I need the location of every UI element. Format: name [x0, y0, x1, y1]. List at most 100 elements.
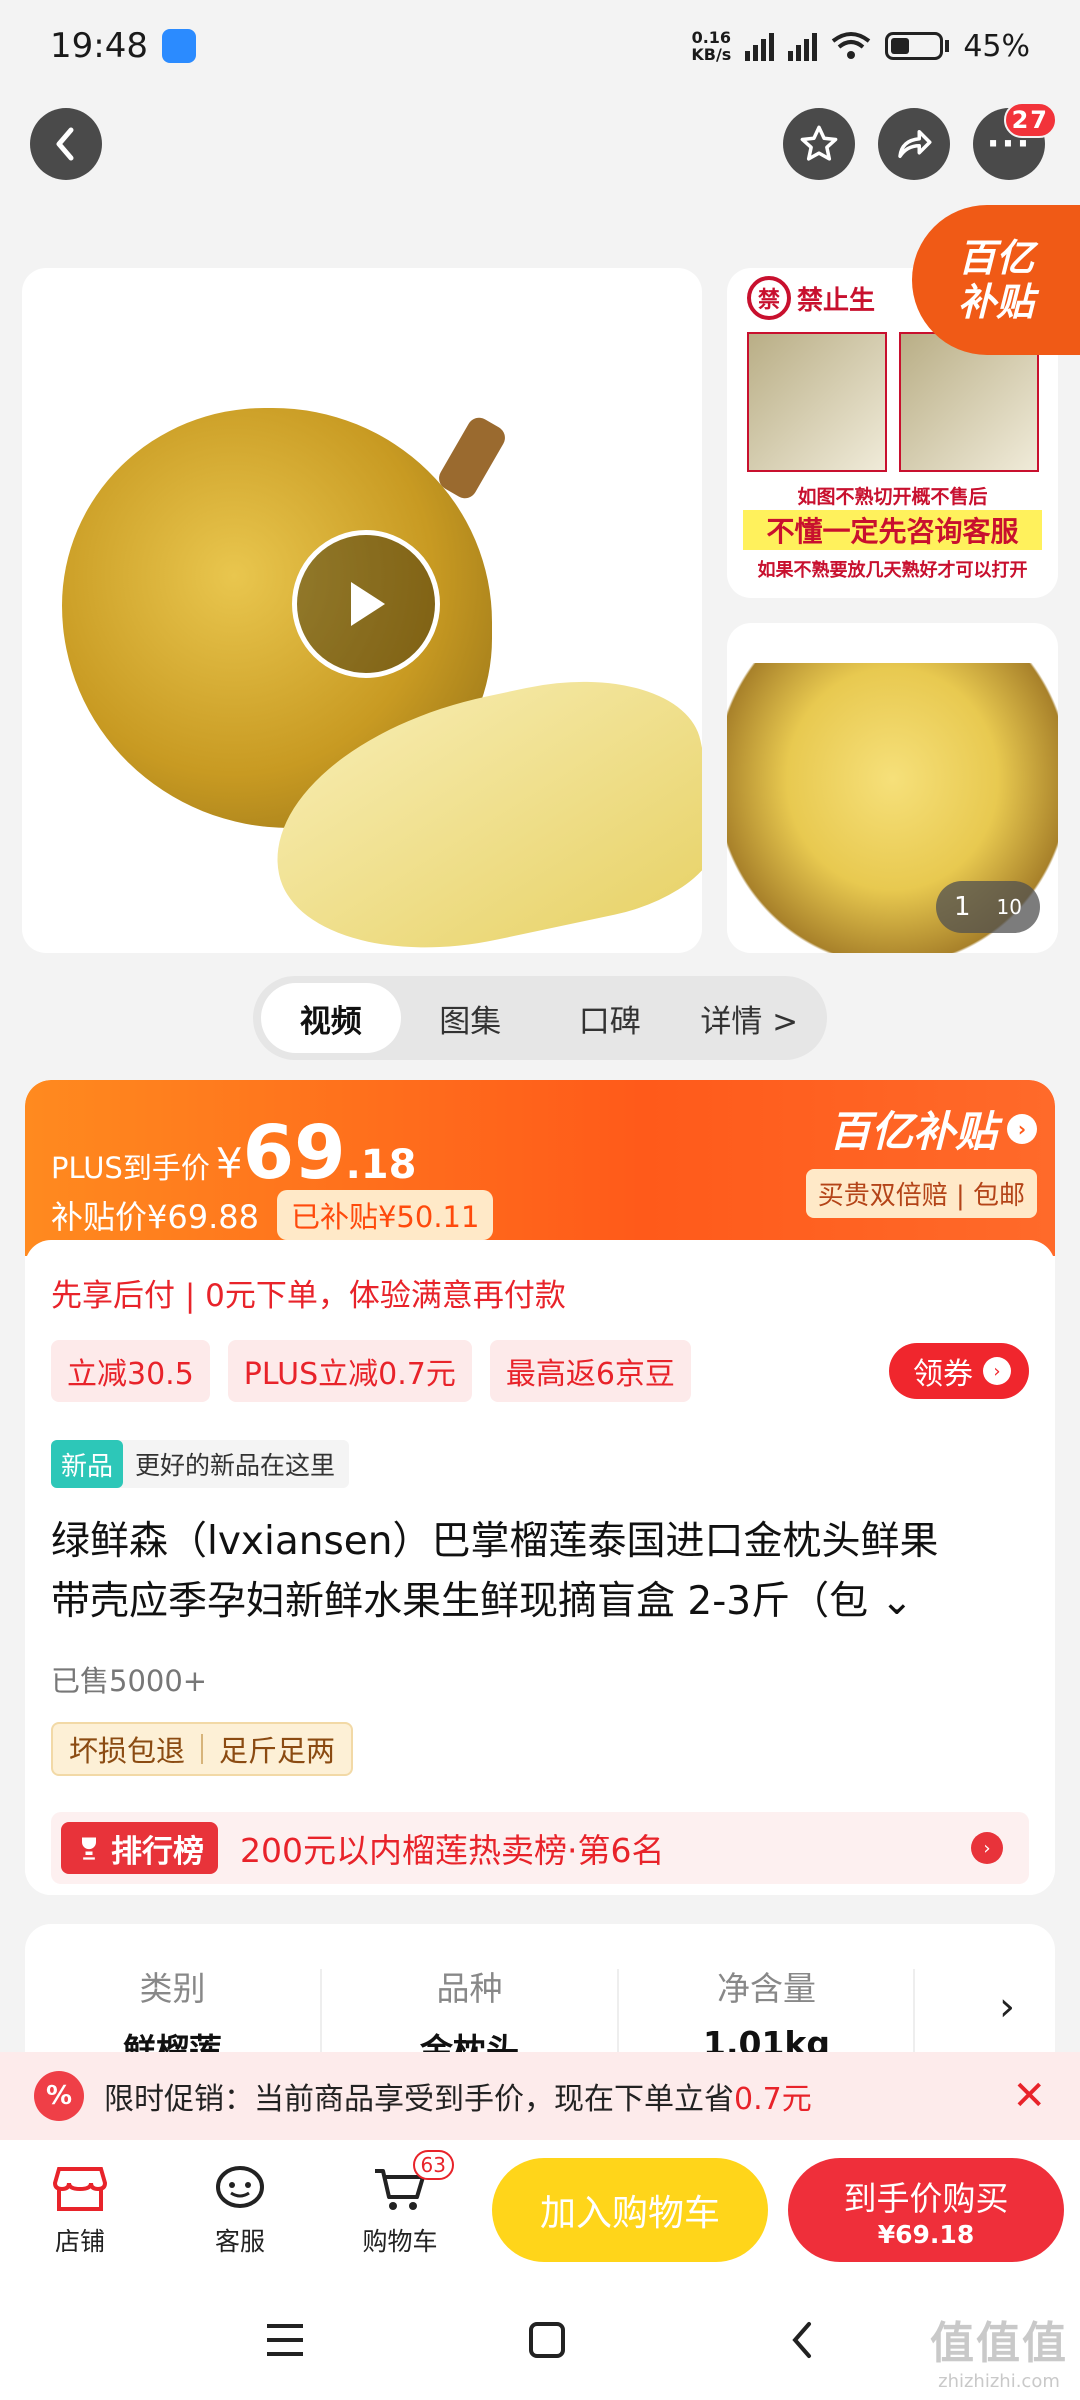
promo-message: 限时促销：当前商品享受到手价，现在下单立省	[104, 2082, 734, 2117]
watermark-logo: 值值值	[930, 2318, 1068, 2369]
forbid-stamp: 禁	[747, 276, 791, 320]
tab-reviews[interactable]: 口碑	[540, 983, 680, 1053]
more-button[interactable]: ··· 27	[973, 102, 1057, 180]
service-tags[interactable]: 坏损包退 足斤足两	[51, 1722, 354, 1776]
subsidy-corner-line2: 补贴	[957, 280, 1034, 324]
add-to-cart-button[interactable]: 加入购物车	[492, 2158, 768, 2262]
subsidy-logo[interactable]: 百亿补贴 ›	[829, 1098, 1037, 1159]
net-speed-unit: KB/s	[691, 45, 732, 64]
get-coupon-label: 领券	[913, 1357, 973, 1392]
watermark-url: zhizhizhi.com	[938, 2371, 1060, 2392]
site-watermark: 值值值 zhizhizhi.com	[930, 2307, 1068, 2392]
image-page-counter: 1 10	[936, 881, 1040, 933]
price-header: PLUS到手价 ¥ 69 .18 补贴价¥69.88 已补贴¥50.11 百亿补…	[25, 1080, 1055, 1256]
subsidy-line: 补贴价¥69.88 已补贴¥50.11	[51, 1190, 494, 1240]
service-tag: 足斤足两	[219, 1734, 336, 1768]
cart-button[interactable]: 63 购物车	[320, 2150, 480, 2258]
net-speed-value: 0.16	[691, 28, 732, 47]
service-tag: 坏损包退	[69, 1734, 186, 1768]
chevron-right-icon: ›	[1007, 1113, 1037, 1144]
spec-label: 品种	[436, 1969, 503, 2008]
message-badge: 27	[1003, 102, 1057, 138]
play-icon	[351, 582, 385, 626]
chevron-right-icon[interactable]: ›	[999, 1984, 1015, 2030]
subsidy-price: 补贴价¥69.88	[51, 1198, 259, 1236]
forbid-title: 禁 禁止生	[747, 276, 875, 320]
home-icon[interactable]	[527, 2320, 567, 2360]
media-tabs: 视频 图集 口碑 详情 >	[253, 976, 827, 1060]
product-title[interactable]: 绿鲜森（lvxiansen）巴掌榴莲泰国进口金枕头鲜果 带壳应季孕妇新鲜水果生鲜…	[51, 1512, 1029, 1632]
coupon-row: 立减30.5 PLUS立减0.7元 最高返6京豆 领券 ›	[51, 1340, 1029, 1402]
customer-service-button[interactable]: 客服	[160, 2162, 320, 2258]
buy-now-button[interactable]: 到手价购买 ¥69.18	[788, 2158, 1064, 2262]
new-product-row[interactable]: 新品 更好的新品在这里	[51, 1440, 350, 1488]
cart-label: 购物车	[362, 2227, 438, 2256]
discount-icon: %	[34, 2071, 84, 2121]
subsidy-corner-badge[interactable]: 百亿 补贴	[912, 205, 1080, 355]
guarantee-tag: 买贵双倍赔 | 包邮	[805, 1169, 1037, 1218]
price-card: PLUS到手价 ¥ 69 .18 补贴价¥69.88 已补贴¥50.11 百亿补…	[25, 1080, 1055, 1895]
chevron-right-icon: ›	[983, 1357, 1011, 1385]
sold-count: 已售5000+	[51, 1664, 208, 1698]
signal-icon-2	[788, 31, 818, 61]
status-bar: 19:48 0.16 KB/s 45%	[0, 0, 1080, 92]
new-text: 更好的新品在这里	[135, 1451, 336, 1480]
top-nav: ··· 27	[30, 102, 1057, 180]
favorite-button[interactable]	[783, 108, 855, 180]
notice-line-2: 不懂一定先咨询客服	[743, 510, 1042, 550]
forbid-title-text: 禁止生	[797, 285, 876, 316]
get-coupon-button[interactable]: 领券 ›	[889, 1343, 1029, 1399]
share-icon	[898, 130, 932, 158]
status-indicators: 0.16 KB/s 45%	[691, 29, 1030, 64]
promo-text: 限时促销：当前商品享受到手价，现在下单立省0.7元	[104, 2074, 812, 2118]
subsidy-brand-text: 百亿补贴	[828, 1107, 997, 1156]
coupon-chip[interactable]: 最高返6京豆	[489, 1340, 691, 1402]
ranking-text: 200元以内榴莲热卖榜·第6名	[240, 1831, 665, 1870]
tab-video[interactable]: 视频	[261, 983, 401, 1053]
ranking-row[interactable]: 排行榜 200元以内榴莲热卖榜·第6名 ›	[51, 1812, 1029, 1884]
plus-price: PLUS到手价 ¥ 69 .18	[51, 1110, 416, 1196]
product-gallery[interactable]: 禁 禁止生 如图不熟切开概不售后 不懂一定先咨询客服 如果不熟要放几天熟好才可以…	[22, 268, 1058, 953]
ranking-badge-label: 排行榜	[111, 1833, 204, 1870]
subsidy-brand[interactable]: 百亿补贴 › 买贵双倍赔 | 包邮	[805, 1098, 1037, 1218]
product-title-line1: 绿鲜森（lvxiansen）巴掌榴莲泰国进口金枕头鲜果	[51, 1519, 939, 1564]
coupon-chip[interactable]: PLUS立减0.7元	[227, 1340, 472, 1402]
status-time: 19:48	[50, 26, 148, 66]
subsidized-amount-tag: 已补贴¥50.11	[276, 1190, 494, 1240]
spec-label: 净含量	[717, 1969, 816, 2008]
new-tag: 新品	[51, 1440, 124, 1488]
menu-icon[interactable]	[263, 2320, 307, 2360]
battery-icon	[885, 32, 944, 60]
promo-saving: 0.7元	[734, 2082, 812, 2117]
main-product-image[interactable]	[22, 268, 702, 953]
price-integer: 69	[242, 1110, 346, 1196]
back-button[interactable]	[30, 108, 102, 180]
store-icon	[51, 2162, 109, 2216]
durian-stem	[434, 413, 510, 503]
unripe-photo-1	[747, 332, 887, 472]
shop-button[interactable]: 店铺	[0, 2162, 160, 2258]
pay-later-text[interactable]: 先享后付 | 0元下单，体验满意再付款	[51, 1270, 566, 1315]
spec-label: 类别	[139, 1969, 206, 2008]
back-nav-icon[interactable]	[787, 2320, 817, 2360]
shop-label: 店铺	[54, 2227, 105, 2256]
notice-line-3: 如果不熟要放几天熟好才可以打开	[757, 560, 1028, 581]
spec-net-weight: 净含量 1.01kg	[619, 1962, 914, 2063]
system-navigation: 值值值 zhizhizhi.com	[0, 2280, 1080, 2400]
share-button[interactable]	[878, 108, 950, 180]
close-icon[interactable]: ✕	[1012, 2072, 1046, 2120]
promo-banner[interactable]: % 限时促销：当前商品享受到手价，现在下单立省0.7元 ✕	[0, 2052, 1080, 2140]
tab-details[interactable]: 详情 >	[680, 983, 820, 1053]
star-icon	[800, 125, 838, 161]
page-current: 1	[954, 892, 971, 922]
notice-line-1: 如图不熟切开概不售后	[797, 486, 988, 508]
bottom-action-bar: 店铺 客服 63 购物车 加入购物车 到手价购买 ¥69.18	[0, 2140, 1080, 2280]
tab-gallery[interactable]: 图集	[401, 983, 541, 1053]
play-video-button[interactable]	[292, 530, 440, 678]
flesh-image[interactable]: 1 10	[727, 623, 1058, 953]
coupon-chip[interactable]: 立减30.5	[51, 1340, 210, 1402]
cart-count-badge: 63	[412, 2150, 454, 2180]
buy-now-label: 到手价购买	[843, 2178, 1009, 2218]
chevron-right-icon: ›	[971, 1832, 1003, 1864]
price-body: 先享后付 | 0元下单，体验满意再付款 立减30.5 PLUS立减0.7元 最高…	[25, 1240, 1055, 1895]
